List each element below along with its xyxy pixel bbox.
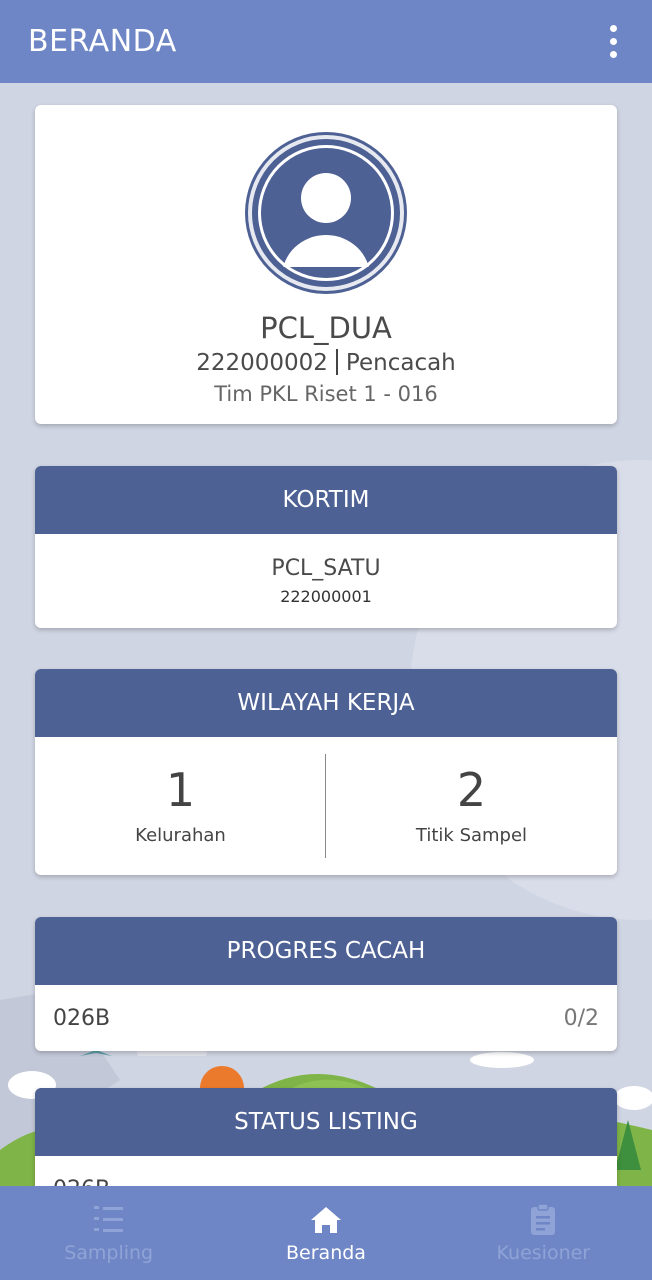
kortim-header: KORTIM [35,466,617,534]
kortim-card: KORTIM PCL_SATU 222000001 [35,466,617,628]
more-vert-icon[interactable] [598,22,628,62]
home-icon [310,1207,341,1233]
divider [335,349,338,375]
wilayah-kerja-card: WILAYAH KERJA 1 Kelurahan 2 Titik Sampel [35,669,617,875]
progres-cacah-card: PROGRES CACAH 026B 0/2 [35,917,617,1051]
nav-kuesioner[interactable]: Kuesioner [435,1186,652,1280]
nav-beranda[interactable]: Beranda [217,1186,434,1280]
profile-card: PCL_DUA 222000002 Pencacah Tim PKL Riset … [35,105,617,424]
wilayah-header: WILAYAH KERJA [35,669,617,737]
numbered-list-icon [93,1206,123,1232]
nav-kuesioner-label: Kuesioner [496,1242,591,1264]
kelurahan-count: 1 [165,763,196,817]
sampel-count: 2 [456,763,487,817]
kortim-nim: 222000001 [280,587,372,606]
kortim-name: PCL_SATU [271,556,381,581]
nav-beranda-label: Beranda [286,1242,366,1264]
profile-nim: 222000002 [196,350,328,376]
status-header: STATUS LISTING [35,1088,617,1156]
progres-header: PROGRES CACAH [35,917,617,985]
bottom-navigation: Sampling Beranda Kuesioner [0,1186,652,1280]
progres-value: 0/2 [563,1005,599,1031]
clipboard-icon [531,1203,556,1235]
nav-sampling[interactable]: Sampling [0,1186,217,1280]
sampel-label: Titik Sampel [415,825,528,846]
kelurahan-label: Kelurahan [135,825,226,846]
progres-code: 026B [53,1005,111,1031]
page-title: BERANDA [28,24,177,59]
stat-divider [325,754,326,858]
list-item[interactable]: 026B 0/2 [35,985,617,1051]
app-bar: BERANDA [0,0,652,83]
kelurahan-stat: 1 Kelurahan [35,737,326,875]
profile-name: PCL_DUA [260,311,392,345]
nav-sampling-label: Sampling [64,1242,154,1264]
profile-team: Tim PKL Riset 1 - 016 [214,382,438,406]
profile-role: Pencacah [345,350,456,376]
titik-sampel-stat: 2 Titik Sampel [326,737,617,875]
account-circle-icon [248,135,404,291]
profile-id-role: 222000002 Pencacah [196,349,456,376]
